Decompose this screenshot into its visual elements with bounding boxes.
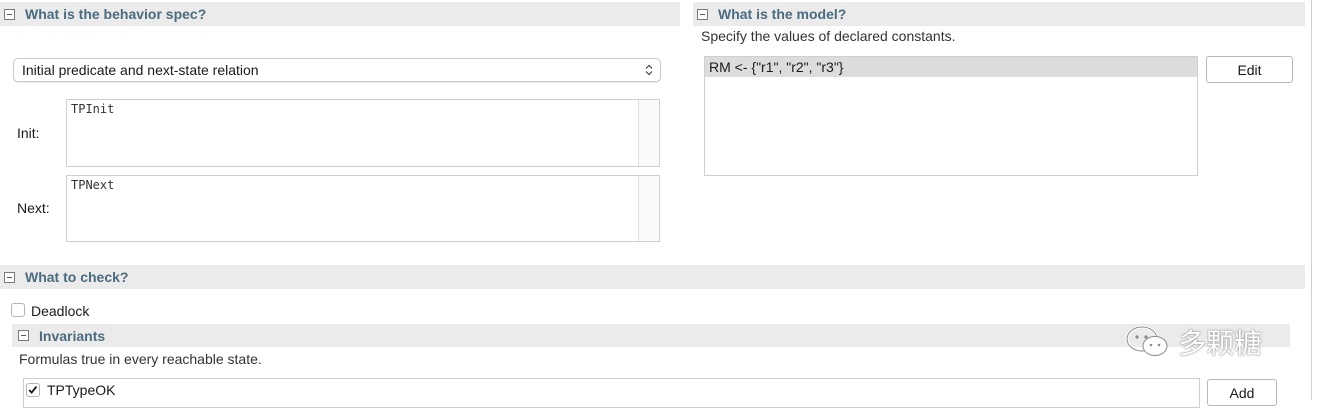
init-label: Init:: [17, 125, 40, 141]
check-title: What to check?: [25, 269, 129, 285]
constants-list[interactable]: RM <- {"r1", "r2", "r3"}: [704, 56, 1198, 176]
behavior-spec-title: What is the behavior spec?: [25, 6, 207, 22]
init-textarea[interactable]: TPInit: [66, 99, 660, 167]
collapse-icon[interactable]: [18, 330, 29, 341]
watermark-text: 多颗糖: [1178, 328, 1263, 359]
invariant-checkbox[interactable]: [26, 383, 40, 397]
edit-button[interactable]: Edit: [1206, 56, 1293, 83]
invariant-label: TPTypeOK: [47, 382, 116, 398]
collapse-icon[interactable]: [4, 271, 15, 283]
behavior-spec-select[interactable]: Initial predicate and next-state relatio…: [13, 58, 661, 82]
window-edge: [1311, 0, 1312, 400]
model-header[interactable]: What is the model?: [693, 2, 1305, 26]
init-text: TPInit: [71, 102, 115, 116]
invariants-description: Formulas true in every reachable state.: [19, 351, 262, 367]
collapse-icon[interactable]: [4, 8, 15, 20]
up-down-arrows-icon: [645, 64, 653, 76]
invariants-list[interactable]: TPTypeOK: [23, 378, 1200, 408]
constant-row[interactable]: RM <- {"r1", "r2", "r3"}: [705, 57, 1197, 77]
constant-text: RM <- {"r1", "r2", "r3"}: [709, 59, 844, 75]
next-textarea[interactable]: TPNext: [66, 175, 660, 242]
deadlock-label: Deadlock: [31, 303, 90, 319]
checkmark-icon: [28, 386, 38, 394]
wechat-icon: [1125, 325, 1168, 356]
next-text: TPNext: [71, 178, 115, 192]
behavior-spec-header[interactable]: What is the behavior spec?: [0, 2, 680, 26]
add-button[interactable]: Add: [1207, 379, 1277, 406]
behavior-spec-select-value: Initial predicate and next-state relatio…: [22, 62, 259, 78]
next-label: Next:: [17, 200, 50, 216]
model-description: Specify the values of declared constants…: [701, 28, 956, 44]
check-header[interactable]: What to check?: [0, 265, 1305, 289]
invariant-row[interactable]: TPTypeOK: [26, 382, 115, 398]
init-scrollbar[interactable]: [638, 100, 659, 166]
watermark: 多颗糖: [1124, 322, 1262, 362]
invariants-header[interactable]: Invariants: [12, 324, 1290, 347]
deadlock-checkbox[interactable]: [11, 303, 25, 317]
collapse-icon[interactable]: [697, 8, 708, 20]
model-title: What is the model?: [718, 6, 847, 22]
invariants-title: Invariants: [39, 327, 106, 344]
next-scrollbar[interactable]: [638, 176, 659, 241]
